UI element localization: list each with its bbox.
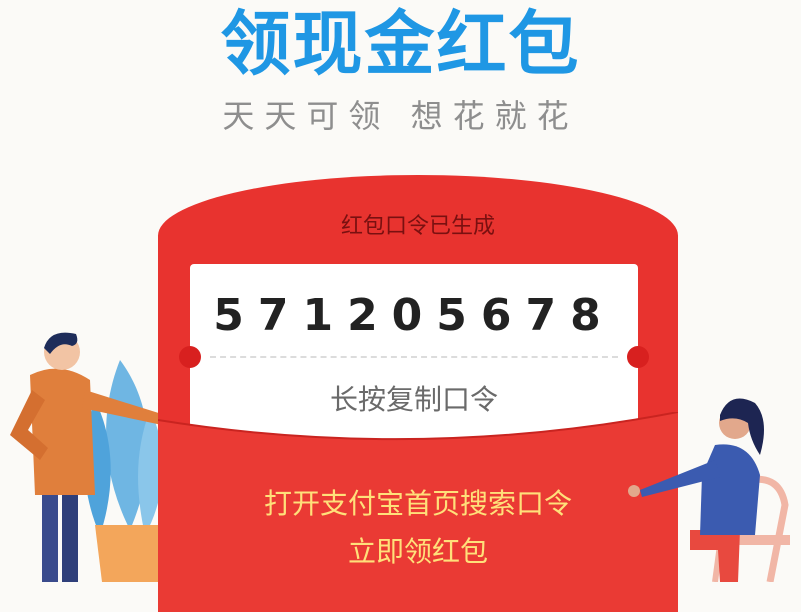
man-pointing-illustration — [10, 332, 174, 582]
card-notch-right — [627, 346, 649, 368]
card-notch-left — [179, 346, 201, 368]
woman-sitting-illustration — [628, 398, 790, 582]
envelope-heading: 红包口令已生成 — [340, 214, 495, 239]
page-title: 领现金红包 — [220, 3, 581, 85]
red-packet-code[interactable]: 571205678 — [190, 286, 638, 346]
card-divider — [210, 356, 618, 358]
instruction-claim: 立即领红包 — [347, 535, 488, 568]
page-subtitle: 天天可领 想花就花 — [222, 97, 579, 135]
instruction-search: 打开支付宝首页搜索口令 — [263, 487, 572, 520]
